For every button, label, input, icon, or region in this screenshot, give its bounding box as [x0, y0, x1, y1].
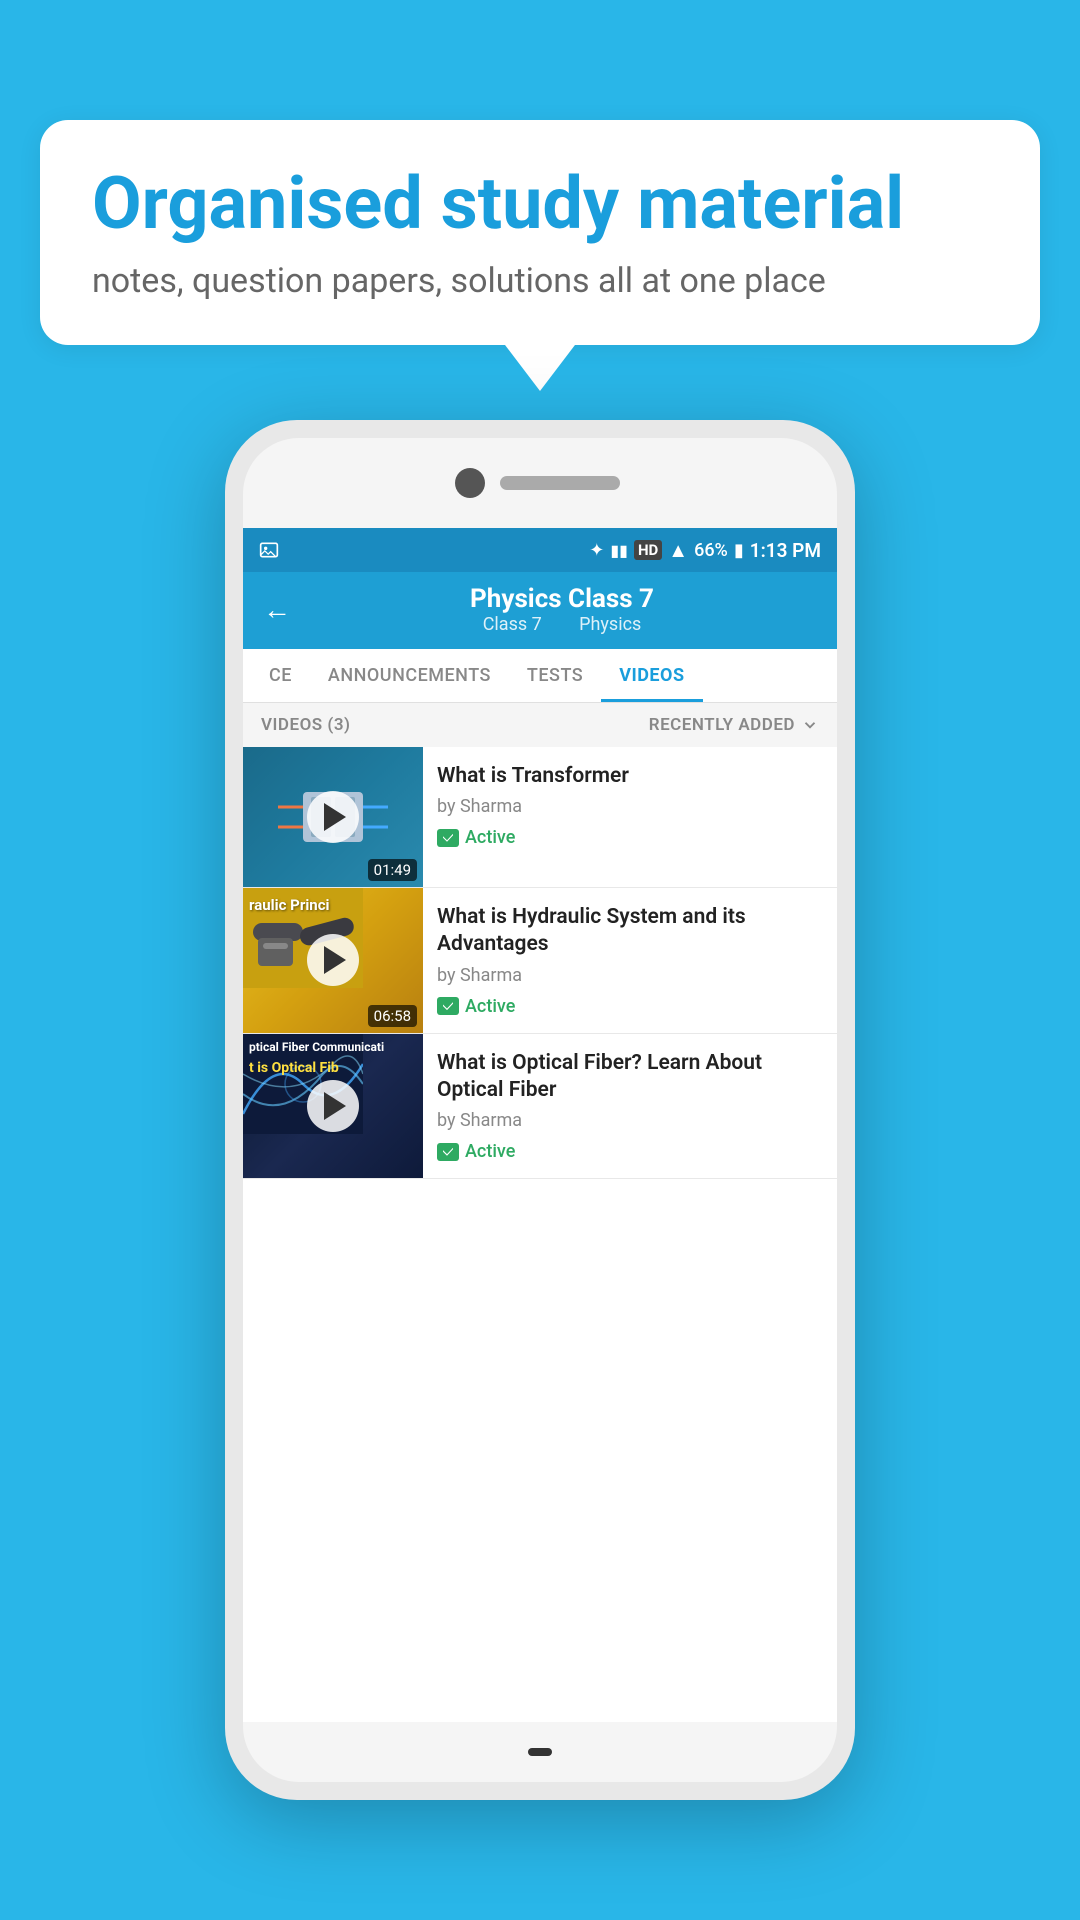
- active-label-3: Active: [465, 1141, 515, 1162]
- battery-icon: ▮: [734, 540, 744, 561]
- tab-announcements[interactable]: ANNOUNCEMENTS: [310, 649, 509, 702]
- video-thumb-1: 01:49: [243, 747, 423, 887]
- video-title-1: What is Transformer: [437, 763, 823, 790]
- video-info-1: What is Transformer by Sharma Active: [423, 747, 837, 887]
- active-badge-1: Active: [437, 827, 823, 848]
- video-author-2: by Sharma: [437, 965, 823, 986]
- speech-bubble-title: Organised study material: [92, 164, 988, 243]
- thumb-content-3: ptical Fiber Communicati t is Optical Fi…: [243, 1034, 423, 1179]
- nav-separator: [558, 614, 567, 635]
- video-thumb-2: raulic Princi 06:58: [243, 888, 423, 1033]
- hydraulic-thumb-label: raulic Princi: [249, 896, 329, 914]
- sort-label: RECENTLY ADDED: [649, 715, 795, 735]
- nav-subtitle: Class 7 Physics: [307, 614, 817, 635]
- videos-count: VIDEOS (3): [261, 715, 351, 735]
- play-button-1[interactable]: [307, 791, 359, 843]
- chat-active-icon-3: [437, 1143, 459, 1161]
- wifi-icon: ▲: [668, 538, 688, 563]
- active-badge-3: Active: [437, 1141, 823, 1162]
- chevron-down-icon: [801, 716, 819, 734]
- tabs-bar: CE ANNOUNCEMENTS TESTS VIDEOS: [243, 649, 837, 703]
- status-bar-left: [259, 540, 279, 560]
- sort-dropdown[interactable]: RECENTLY ADDED: [649, 715, 819, 735]
- video-thumb-3: ptical Fiber Communicati t is Optical Fi…: [243, 1034, 423, 1179]
- phone-frame: ✦ ▮▮ HD ▲ 66% ▮ 1:13 PM ← Physics Class …: [225, 420, 855, 1800]
- chat-active-icon-2: [437, 997, 459, 1015]
- phone-screen: ✦ ▮▮ HD ▲ 66% ▮ 1:13 PM ← Physics Class …: [243, 528, 837, 1722]
- filter-bar: VIDEOS (3) RECENTLY ADDED: [243, 703, 837, 747]
- status-bar-right: ✦ ▮▮ HD ▲ 66% ▮ 1:13 PM: [589, 538, 821, 563]
- video-author-1: by Sharma: [437, 796, 823, 817]
- video-title-2: What is Hydraulic System and its Advanta…: [437, 904, 823, 959]
- tab-videos[interactable]: VIDEOS: [601, 649, 702, 702]
- back-button[interactable]: ←: [263, 593, 291, 626]
- video-author-3: by Sharma: [437, 1110, 823, 1131]
- phone-inner: ✦ ▮▮ HD ▲ 66% ▮ 1:13 PM ← Physics Class …: [243, 438, 837, 1782]
- duration-1: 01:49: [368, 859, 417, 881]
- image-icon: [259, 540, 279, 560]
- play-button-3[interactable]: [307, 1080, 359, 1132]
- video-item-3[interactable]: ptical Fiber Communicati t is Optical Fi…: [243, 1034, 837, 1180]
- hd-badge: HD: [634, 540, 662, 560]
- video-list: 01:49 What is Transformer by Sharma Acti…: [243, 747, 837, 1179]
- active-label-2: Active: [465, 996, 515, 1017]
- time-display: 1:13 PM: [750, 539, 821, 562]
- tab-tests[interactable]: TESTS: [509, 649, 601, 702]
- video-item-1[interactable]: 01:49 What is Transformer by Sharma Acti…: [243, 747, 837, 888]
- active-badge-2: Active: [437, 996, 823, 1017]
- phone-speaker: [500, 476, 620, 490]
- play-button-2[interactable]: [307, 934, 359, 986]
- active-label-1: Active: [465, 827, 515, 848]
- video-info-3: What is Optical Fiber? Learn About Optic…: [423, 1034, 837, 1179]
- signal-icon: ▮▮: [610, 541, 628, 560]
- phone-home-bar: [528, 1748, 552, 1756]
- nav-subject: Physics: [579, 614, 641, 635]
- phone-camera: [455, 468, 485, 498]
- duration-2: 06:58: [368, 1005, 417, 1027]
- battery-text: 66%: [694, 540, 728, 561]
- bluetooth-icon: ✦: [589, 540, 604, 561]
- speech-bubble-subtitle: notes, question papers, solutions all at…: [92, 261, 988, 301]
- chat-active-icon-1: [437, 829, 459, 847]
- status-bar: ✦ ▮▮ HD ▲ 66% ▮ 1:13 PM: [243, 528, 837, 572]
- video-info-2: What is Hydraulic System and its Advanta…: [423, 888, 837, 1033]
- nav-title-area: Physics Class 7 Class 7 Physics: [307, 584, 817, 635]
- optical-thumb-label-bottom: t is Optical Fib: [249, 1060, 339, 1077]
- nav-title: Physics Class 7: [307, 584, 817, 614]
- video-item-2[interactable]: raulic Princi 06:58 What is Hydraulic Sy…: [243, 888, 837, 1034]
- tab-ce[interactable]: CE: [251, 649, 310, 702]
- top-nav: ← Physics Class 7 Class 7 Physics: [243, 572, 837, 649]
- nav-class: Class 7: [483, 614, 542, 635]
- optical-thumb-label-top: ptical Fiber Communicati: [249, 1040, 384, 1054]
- video-title-3: What is Optical Fiber? Learn About Optic…: [437, 1050, 823, 1105]
- speech-bubble: Organised study material notes, question…: [40, 120, 1040, 345]
